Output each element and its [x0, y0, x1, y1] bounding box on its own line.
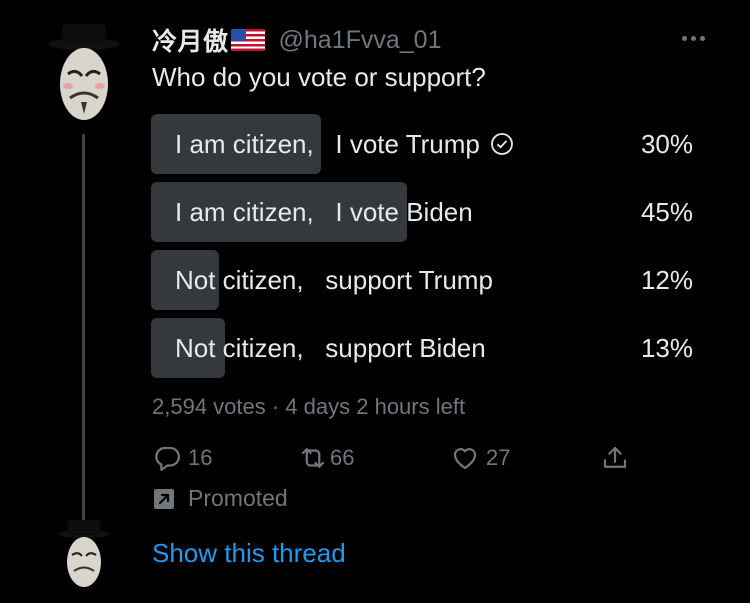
- more-icon[interactable]: [682, 28, 716, 48]
- poll-option-label: Not citizen, support Biden: [175, 333, 486, 363]
- us-flag-icon: [230, 29, 265, 51]
- promoted-icon: [154, 488, 174, 509]
- reply-count: 16: [188, 445, 213, 470]
- tweet-text: Who do you vote or support?: [152, 62, 486, 92]
- poll-option-label: I am citizen, I vote Trump: [175, 114, 514, 174]
- poll-option-percent: 12%: [640, 265, 693, 295]
- thread-line: [82, 134, 85, 520]
- poll-option-percent: 45%: [640, 197, 693, 227]
- like-button[interactable]: 27: [450, 440, 510, 476]
- poll-meta: 2,594 votes · 4 days 2 hours left: [152, 394, 466, 419]
- like-icon: [453, 448, 477, 470]
- thread-avatar[interactable]: [58, 520, 110, 592]
- reply-icon: [155, 446, 180, 471]
- poll-option-label: I am citizen, I vote Biden: [175, 197, 473, 227]
- poll-option[interactable]: Not citizen, support Biden 13%: [151, 318, 711, 378]
- tweet-header: 冷月傲 @ha1Fvva_01: [152, 22, 442, 58]
- share-button[interactable]: [600, 440, 630, 476]
- tweet[interactable]: 冷月傲 @ha1Fvva_01 Who do you vote or suppo…: [0, 0, 750, 603]
- poll-option-percent: 30%: [640, 129, 693, 159]
- poll-option[interactable]: I am citizen, I vote Biden 45%: [151, 182, 711, 242]
- poll-option-percent: 13%: [640, 333, 693, 363]
- handle[interactable]: @ha1Fvva_01: [279, 26, 442, 55]
- avatar[interactable]: [48, 22, 120, 132]
- poll-option[interactable]: Not citizen, support Trump 12%: [151, 250, 711, 310]
- check-icon: [490, 133, 513, 155]
- promoted-indicator: Promoted: [152, 485, 288, 512]
- share-icon: [603, 446, 627, 468]
- display-name[interactable]: 冷月傲: [152, 22, 229, 58]
- poll-option[interactable]: I am citizen, I vote Trump 30%: [151, 114, 711, 174]
- promoted-label: Promoted: [188, 485, 288, 511]
- show-thread-link[interactable]: Show this thread: [152, 538, 346, 569]
- retweet-count: 66: [330, 445, 355, 470]
- reply-button[interactable]: 16: [152, 440, 212, 476]
- retweet-icon: [301, 448, 325, 468]
- retweet-button[interactable]: 66: [298, 440, 354, 476]
- poll-option-label: Not citizen, support Trump: [175, 265, 493, 295]
- like-count: 27: [486, 445, 511, 470]
